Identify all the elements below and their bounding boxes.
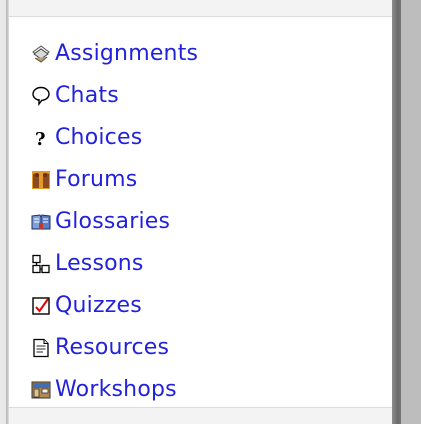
choice-icon: ? xyxy=(31,128,51,148)
activities-block: Assignments Chats ? Choices Forums Gloss… xyxy=(8,0,392,424)
workshop-icon xyxy=(31,380,51,400)
glossaries-link[interactable]: Glossaries xyxy=(55,208,170,236)
quizzes-link[interactable]: Quizzes xyxy=(55,292,142,320)
right-gray-panel xyxy=(401,0,421,424)
activity-item-glossaries[interactable]: Glossaries xyxy=(31,201,198,243)
chat-icon xyxy=(31,86,51,106)
lessons-link[interactable]: Lessons xyxy=(55,250,144,278)
svg-text:?: ? xyxy=(35,129,46,148)
block-header xyxy=(9,0,392,17)
resources-link[interactable]: Resources xyxy=(55,334,169,362)
activity-item-chats[interactable]: Chats xyxy=(31,75,198,117)
forums-link[interactable]: Forums xyxy=(55,166,137,194)
activity-item-assignments[interactable]: Assignments xyxy=(31,33,198,75)
activity-item-quizzes[interactable]: Quizzes xyxy=(31,285,198,327)
resource-icon xyxy=(31,338,51,358)
workshops-link[interactable]: Workshops xyxy=(55,376,177,404)
assignment-icon xyxy=(31,44,51,64)
choices-link[interactable]: Choices xyxy=(55,124,142,152)
activity-item-workshops[interactable]: Workshops xyxy=(31,369,198,411)
assignments-link[interactable]: Assignments xyxy=(55,40,198,68)
lesson-icon xyxy=(31,254,51,274)
page-left-strip xyxy=(0,0,7,424)
activity-item-forums[interactable]: Forums xyxy=(31,159,198,201)
activity-item-resources[interactable]: Resources xyxy=(31,327,198,369)
block-footer xyxy=(9,407,392,424)
activity-list: Assignments Chats ? Choices Forums Gloss… xyxy=(31,33,198,411)
glossary-icon xyxy=(31,212,51,232)
activity-item-choices[interactable]: ? Choices xyxy=(31,117,198,159)
chats-link[interactable]: Chats xyxy=(55,82,119,110)
quiz-icon xyxy=(31,296,51,316)
forum-icon xyxy=(31,170,51,190)
activity-item-lessons[interactable]: Lessons xyxy=(31,243,198,285)
